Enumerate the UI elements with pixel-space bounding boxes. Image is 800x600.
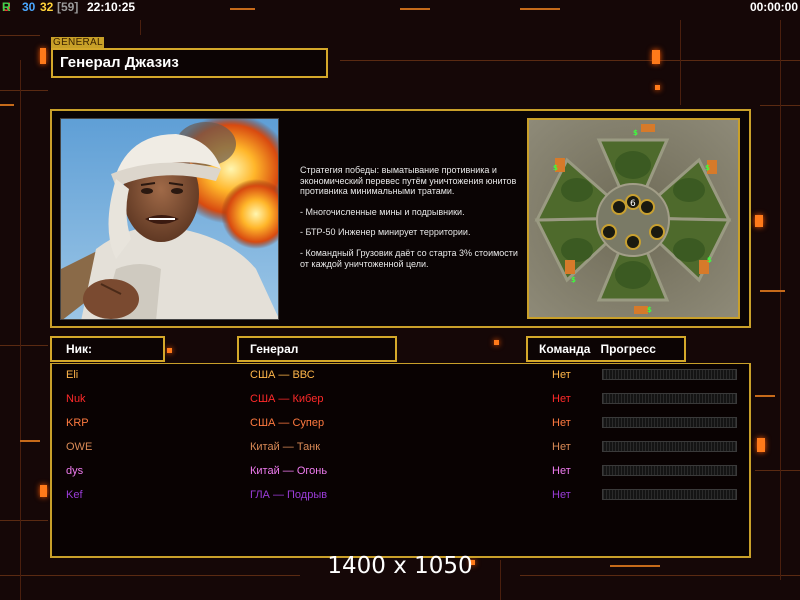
player-nick: OWE xyxy=(66,441,93,453)
player-progress-bar xyxy=(602,393,737,404)
supply-icon: $ xyxy=(571,276,576,284)
player-row: OWE Китай — Танк Нет xyxy=(0,438,800,462)
portrait-image xyxy=(61,119,278,319)
column-header-progress: Прогресс xyxy=(600,342,656,356)
player-progress-bar xyxy=(602,465,737,476)
supply-icon: $ xyxy=(647,306,652,314)
player-general: США — ВВС xyxy=(250,369,315,381)
supply-icon: $ xyxy=(705,164,710,172)
player-team: Нет xyxy=(552,369,571,381)
player-progress-bar xyxy=(602,441,737,452)
player-nick: Nuk xyxy=(66,393,86,405)
fps-average: 32 xyxy=(40,0,54,14)
general-tag: GENERAL xyxy=(51,37,104,48)
column-header-nick: Ник: xyxy=(50,336,165,362)
description-point-1: - Многочисленные мины и подрывники. xyxy=(300,206,465,217)
column-header-general: Генерал xyxy=(237,336,397,362)
player-team: Нет xyxy=(552,441,571,453)
player-team: Нет xyxy=(552,489,571,501)
resolution-watermark: 1400 x 1050 xyxy=(327,553,473,579)
player-nick: Eli xyxy=(66,369,79,381)
player-row: Nuk США — Кибер Нет xyxy=(0,390,800,414)
player-row: KRP США — Супер Нет xyxy=(0,414,800,438)
player-general: Китай — Танк xyxy=(250,441,321,453)
column-header-team-progress: Команда Прогресс xyxy=(526,336,686,362)
player-nick: dys xyxy=(66,465,84,477)
fps-limit: [59] xyxy=(57,0,79,14)
general-description: Стратегия победы: выматывание противника… xyxy=(300,165,520,279)
supply-icon: $ xyxy=(553,164,558,172)
player-progress-bar xyxy=(602,417,737,428)
start-position-marker: 6 xyxy=(630,199,636,209)
column-header-team: Команда xyxy=(539,342,591,356)
player-team: Нет xyxy=(552,465,571,477)
player-progress-bar xyxy=(602,489,737,500)
player-general: ГЛА — Подрыв xyxy=(250,489,328,501)
fps-value: 30 xyxy=(22,0,36,14)
player-row: Eli США — ВВС Нет xyxy=(0,366,800,390)
player-nick: KRP xyxy=(66,417,89,429)
player-general: Китай — Огонь xyxy=(250,465,328,477)
player-nick: Kef xyxy=(66,489,83,501)
map-preview: 6 $ $ $ $ $ $ xyxy=(527,118,740,319)
player-team: Нет xyxy=(552,393,571,405)
description-point-2: - БТР-50 Инженер минирует территории. xyxy=(300,227,471,238)
general-portrait xyxy=(60,118,279,320)
map-image: 6 $ $ $ $ $ $ xyxy=(529,120,738,317)
player-team: Нет xyxy=(552,417,571,429)
player-progress-bar xyxy=(602,369,737,380)
system-clock: 22:10:25 xyxy=(87,0,136,14)
player-general: США — Супер xyxy=(250,417,325,429)
description-point-3: - Командный Грузовик даёт со старта 3% с… xyxy=(300,247,518,269)
player-row: dys Китай — Огонь Нет xyxy=(0,462,800,486)
game-timer: 00:00:00 xyxy=(749,0,798,14)
status-bar: UR 30 32 [59] 22:10:25 00:00:00 xyxy=(2,0,798,14)
general-name: Генерал Джазиз xyxy=(51,48,328,78)
player-row: Kef ГЛА — Подрыв Нет xyxy=(0,486,800,510)
player-general: США — Кибер xyxy=(250,393,324,405)
supply-icon: $ xyxy=(633,129,638,137)
description-strategy: Стратегия победы: выматывание противника… xyxy=(300,165,517,197)
supply-icon: $ xyxy=(707,256,712,264)
